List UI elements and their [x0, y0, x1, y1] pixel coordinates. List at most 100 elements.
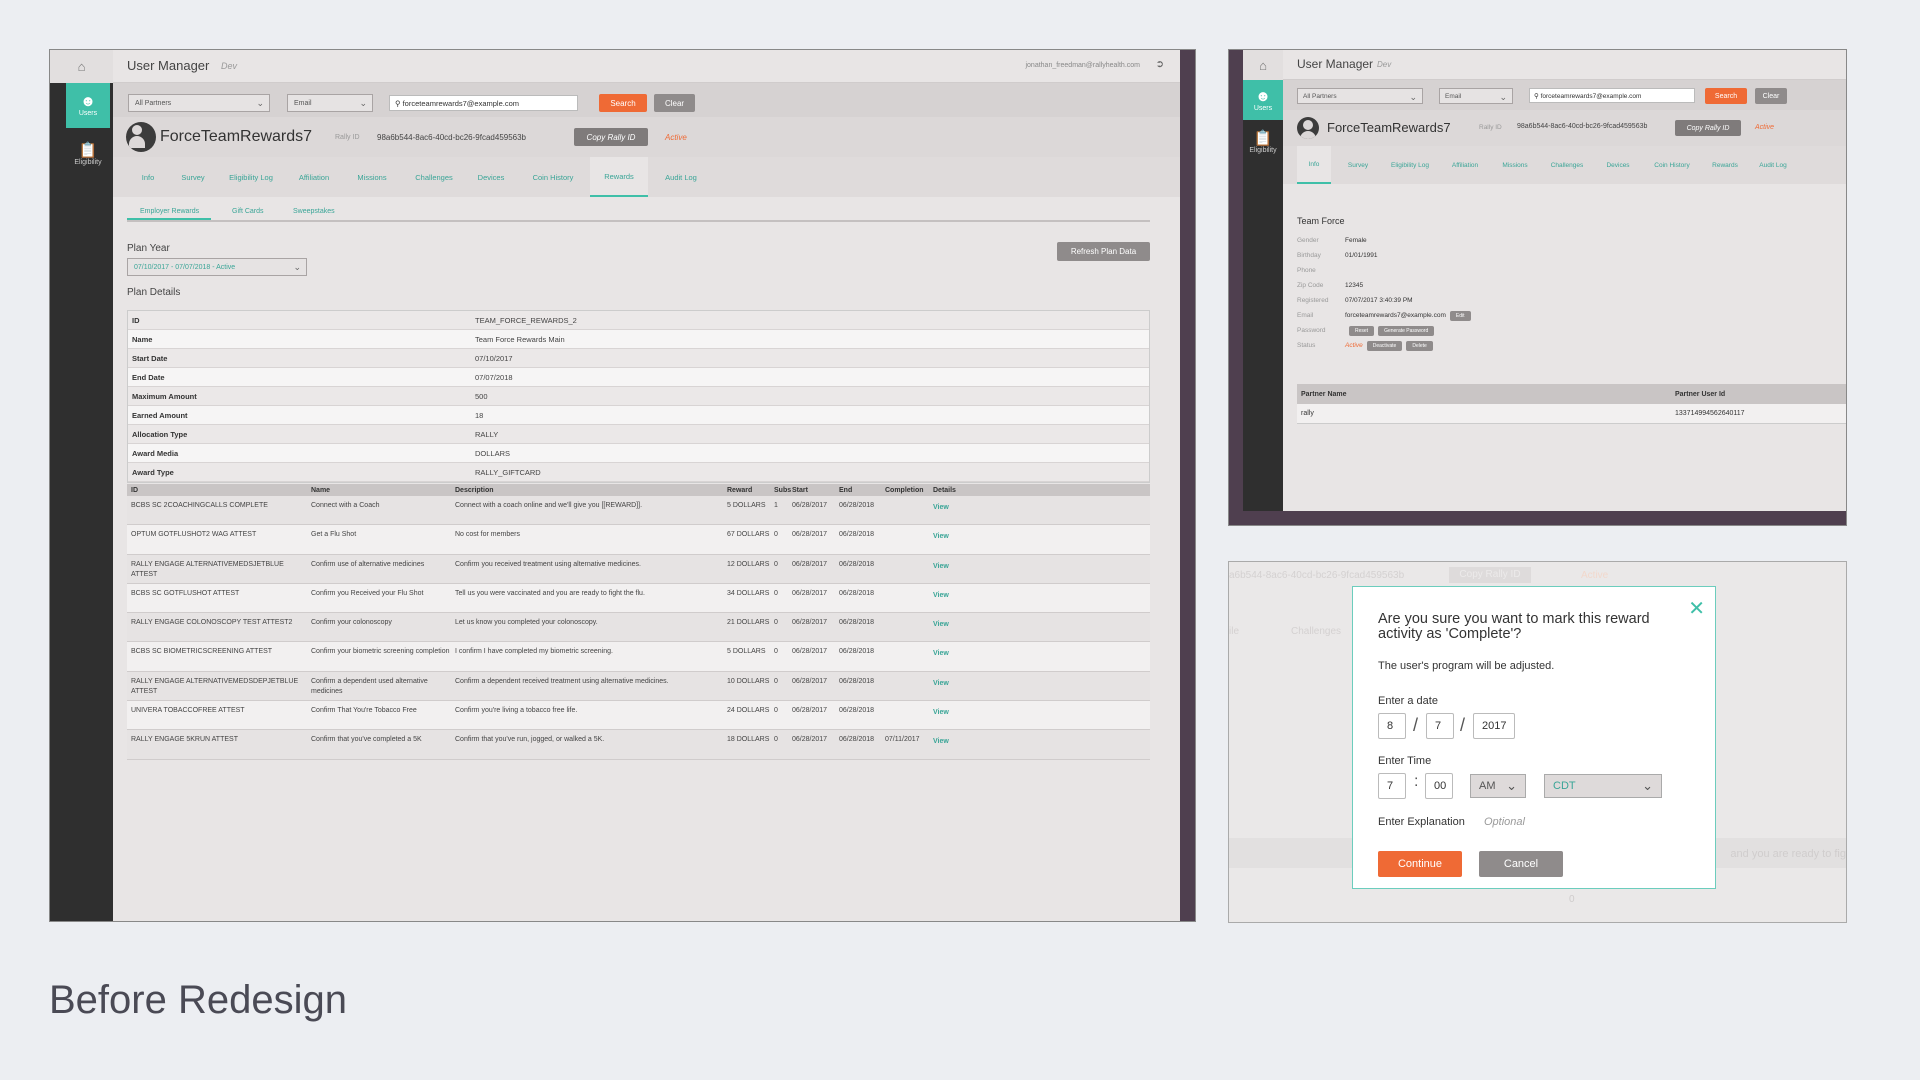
day-input[interactable]: 7 — [1426, 713, 1454, 739]
tab-missions[interactable]: Missions — [347, 157, 397, 197]
env-label: Dev — [1377, 60, 1392, 69]
tab-coin-history[interactable]: Coin History — [1645, 146, 1699, 184]
copy-rally-id-button[interactable]: Copy Rally ID — [1675, 120, 1741, 136]
generate-password-button[interactable]: Generate Password — [1378, 325, 1435, 336]
tab-devices[interactable]: Devices — [1599, 146, 1637, 184]
view-link[interactable]: View — [933, 706, 959, 729]
tab-affiliation[interactable]: Affiliation — [1443, 146, 1487, 184]
table-row: Award Type RALLY_GIFTCARD — [128, 463, 1149, 482]
hour-input[interactable]: 7 — [1378, 773, 1406, 799]
copy-rally-id-button[interactable]: Copy Rally ID — [574, 128, 648, 146]
profile-name: ForceTeamRewards7 — [1327, 120, 1451, 135]
avatar — [126, 122, 156, 152]
minute-input[interactable]: 00 — [1425, 773, 1453, 799]
refresh-plan-data-button[interactable]: Refresh Plan Data — [1057, 242, 1150, 261]
view-link[interactable]: View — [933, 589, 959, 612]
edit-email-button[interactable]: Edit — [1449, 310, 1471, 321]
tab-rewards[interactable]: Rewards — [1705, 146, 1745, 184]
view-link[interactable]: View — [933, 501, 959, 524]
field-value: 01/01/1991 — [1345, 252, 1378, 259]
field-value: 07/07/2017 3:40:39 PM — [1345, 297, 1413, 304]
subtab-sweepstakes[interactable]: Sweepstakes — [293, 208, 335, 218]
field-select[interactable]: Email ⌄ — [287, 94, 373, 112]
detail-key: Earned Amount — [132, 410, 188, 420]
cell-name: Get a Flu Shot — [311, 531, 357, 539]
close-icon[interactable]: ✕ — [1688, 596, 1705, 621]
tab-eligibility-log[interactable]: Eligibility Log — [221, 157, 281, 197]
ampm-select[interactable]: AM ⌄ — [1470, 774, 1526, 798]
cell-desc: No cost for members — [455, 531, 520, 539]
cell-name: Confirm your biometric screening complet… — [311, 648, 450, 656]
detail-value: TEAM_FORCE_REWARDS_2 — [475, 315, 577, 325]
bg-rally-id: a6b544-8ac6-40cd-bc26-9fcad459563b — [1229, 570, 1405, 581]
tab-rewards[interactable]: Rewards — [590, 157, 648, 197]
tab-missions[interactable]: Missions — [1495, 146, 1535, 184]
tab-survey[interactable]: Survey — [1339, 146, 1377, 184]
top-bar: User Manager Dev — [1283, 50, 1846, 80]
detail-value: 07/10/2017 — [475, 353, 513, 363]
tab-challenges[interactable]: Challenges — [407, 157, 461, 197]
tab-audit-log[interactable]: Audit Log — [655, 157, 707, 197]
field-select[interactable]: Email ⌄ — [1439, 88, 1513, 104]
cell-desc: Confirm a dependent received treatment u… — [455, 677, 669, 685]
sidebar-item-users[interactable]: ☻ Users — [66, 83, 110, 128]
sidebar-item-eligibility[interactable]: 📋 Eligibility — [66, 132, 110, 177]
logout-icon[interactable]: ➲ — [1156, 59, 1164, 70]
search-input[interactable]: ⚲ forceteamrewards7@example.com — [1529, 88, 1695, 103]
continue-button[interactable]: Continue — [1378, 851, 1462, 877]
cell-id: RALLY ENGAGE 5KRUN ATTEST — [131, 736, 238, 744]
month-input[interactable]: 8 — [1378, 713, 1406, 739]
tab-affiliation[interactable]: Affiliation — [289, 157, 339, 197]
cancel-button[interactable]: Cancel — [1479, 851, 1563, 877]
frame-border — [1229, 50, 1243, 525]
team-name: Team Force — [1297, 216, 1345, 226]
detail-value: 18 — [475, 410, 484, 420]
subtab-employer-rewards[interactable]: Employer Rewards — [127, 208, 212, 220]
subtab-gift-cards[interactable]: Gift Cards — [232, 208, 264, 218]
tab-devices[interactable]: Devices — [469, 157, 513, 197]
cell-reward: 5 DOLLARS — [727, 502, 766, 509]
plan-details-label: Plan Details — [127, 287, 181, 298]
tab-info[interactable]: Info — [1297, 146, 1331, 184]
timezone-select[interactable]: CDT ⌄ — [1544, 774, 1662, 798]
view-link[interactable]: View — [933, 530, 959, 553]
tab-survey[interactable]: Survey — [173, 157, 213, 197]
deactivate-button[interactable]: Deactivate — [1366, 340, 1403, 351]
sidebar-item-eligibility[interactable]: 📋 Eligibility — [1243, 122, 1283, 162]
view-link[interactable]: View — [933, 735, 959, 758]
caption: Before Redesign — [49, 978, 347, 1022]
view-link[interactable]: View — [933, 560, 959, 583]
partner-select[interactable]: All Partners ⌄ — [128, 94, 270, 112]
year-input[interactable]: 2017 — [1473, 713, 1515, 739]
cell-name: Confirm That You're Tobacco Free — [311, 707, 417, 715]
chevron-down-icon: ⌄ — [256, 98, 264, 108]
reset-password-button[interactable]: Reset — [1349, 325, 1375, 336]
search-input[interactable]: ⚲ forceteamrewards7@example.com — [389, 95, 578, 111]
sidebar-item-users[interactable]: ☻ Users — [1243, 80, 1283, 120]
date-label: Enter a date — [1378, 695, 1438, 707]
home-icon[interactable]: ⌂ — [1243, 50, 1283, 80]
env-label: Dev — [221, 61, 238, 71]
tab-coin-history[interactable]: Coin History — [523, 157, 583, 197]
search-button[interactable]: Search — [1705, 88, 1747, 104]
tab-challenges[interactable]: Challenges — [1543, 146, 1591, 184]
delete-button[interactable]: Delete — [1406, 340, 1433, 351]
partner-select[interactable]: All Partners ⌄ — [1297, 88, 1423, 104]
cell-id: OPTUM GOTFLUSHOT2 WAG ATTEST — [131, 531, 257, 539]
explanation-input[interactable]: Optional — [1484, 816, 1525, 828]
tab-info[interactable]: Info — [133, 157, 163, 197]
cell-start: 06/28/2017 — [792, 677, 828, 685]
info-field: Phone — [1297, 263, 1597, 278]
view-link[interactable]: View — [933, 647, 959, 670]
view-link[interactable]: View — [933, 618, 959, 641]
tab-eligibility-log[interactable]: Eligibility Log — [1383, 146, 1437, 184]
search-button[interactable]: Search — [599, 94, 647, 112]
tab-audit-log[interactable]: Audit Log — [1751, 146, 1795, 184]
detail-value: RALLY — [475, 429, 499, 439]
view-link[interactable]: View — [933, 677, 959, 700]
cell-desc: Connect with a coach online and we'll gi… — [455, 502, 643, 509]
clear-button[interactable]: Clear — [654, 94, 695, 112]
clear-button[interactable]: Clear — [1755, 88, 1787, 104]
home-icon[interactable]: ⌂ — [50, 50, 113, 83]
plan-year-select[interactable]: 07/10/2017 - 07/07/2018 - Active ⌄ — [127, 258, 307, 276]
